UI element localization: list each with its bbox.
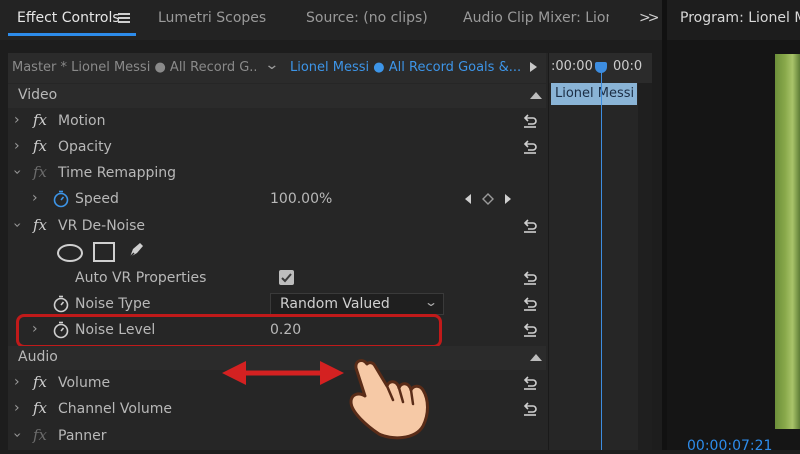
reset-icon[interactable]: [522, 139, 538, 155]
vertical-scrollbar[interactable]: [638, 83, 652, 450]
noise-type-dropdown[interactable]: Random Valued ⌄: [270, 293, 444, 315]
drag-arrow-annotation: [222, 361, 344, 385]
reset-icon[interactable]: [522, 218, 538, 234]
fx-icon[interactable]: fx: [33, 137, 47, 155]
ellipse-mask-icon[interactable]: [57, 244, 83, 262]
keyframe-navigator[interactable]: [464, 192, 514, 206]
section-label-video: Video: [18, 87, 58, 103]
expanded-chevron-icon[interactable]: ›: [9, 432, 25, 438]
expand-chevron-icon[interactable]: ›: [14, 138, 20, 154]
rectangle-mask-icon[interactable]: [93, 242, 115, 262]
sequence-clip-label[interactable]: Lionel Messi ● All Record Goals &...: [290, 60, 521, 75]
effect-row-vr-denoise[interactable]: › fx VR De-Noise: [8, 214, 546, 240]
stopwatch-icon[interactable]: [52, 190, 70, 208]
panel-tab-bar: Effect Controls Lumetri Scopes Source: (…: [0, 0, 662, 40]
effect-row-channel-volume[interactable]: › fx Channel Volume: [8, 397, 546, 423]
video-frame: [775, 54, 800, 429]
reset-icon[interactable]: [522, 270, 538, 286]
fx-icon[interactable]: fx: [33, 373, 47, 391]
active-tab-indicator: [8, 33, 136, 36]
property-label-speed: Speed: [75, 191, 119, 207]
play-triangle-icon[interactable]: [530, 62, 537, 72]
master-clip-label[interactable]: Master * Lionel Messi ● All Record G...: [12, 60, 256, 75]
effect-label-panner: Panner: [58, 428, 107, 444]
reset-icon[interactable]: [522, 322, 538, 338]
chevron-down-icon: ⌄: [423, 295, 439, 309]
expand-chevron-icon[interactable]: ›: [14, 374, 20, 390]
checkmark-icon: [281, 273, 292, 283]
expand-chevron-icon[interactable]: ›: [32, 190, 38, 206]
expand-chevron-icon[interactable]: ›: [14, 112, 20, 128]
clip-selector-bar: Master * Lionel Messi ● All Record G... …: [8, 53, 546, 83]
property-label-noise-type: Noise Type: [75, 296, 151, 312]
reset-icon[interactable]: [522, 401, 538, 417]
effect-timeline[interactable]: :00:00 00:0 Lionel Messi: [548, 53, 652, 450]
fx-icon[interactable]: fx: [33, 399, 47, 417]
property-row-speed[interactable]: › Speed 100.00%: [8, 187, 546, 213]
tab-source[interactable]: Source: (no clips): [306, 10, 428, 26]
collapse-up-icon[interactable]: [530, 354, 542, 361]
reset-icon[interactable]: [522, 375, 538, 391]
auto-vr-checkbox[interactable]: [279, 270, 294, 285]
effect-label-opacity: Opacity: [58, 139, 112, 155]
effect-row-time-remapping[interactable]: › fx Time Remapping: [8, 161, 546, 187]
effect-label-motion: Motion: [58, 113, 106, 129]
pointing-hand-icon: [349, 359, 429, 440]
program-timecode[interactable]: 00:00:07:21: [687, 438, 772, 454]
video-section-header[interactable]: Video: [8, 84, 546, 108]
effect-row-motion[interactable]: › fx Motion: [8, 109, 546, 135]
collapse-up-icon[interactable]: [530, 92, 542, 99]
property-label-auto-vr: Auto VR Properties: [75, 270, 207, 286]
fx-icon[interactable]: fx: [33, 426, 47, 444]
fx-icon[interactable]: fx: [33, 216, 47, 234]
section-label-audio: Audio: [18, 349, 58, 365]
tab-effect-controls[interactable]: Effect Controls: [17, 10, 120, 26]
program-monitor: 00:00:07:21: [667, 40, 800, 454]
expanded-chevron-icon[interactable]: ›: [9, 222, 25, 228]
stopwatch-icon[interactable]: [52, 295, 70, 313]
reset-icon[interactable]: [522, 296, 538, 312]
effect-label-volume: Volume: [58, 375, 111, 391]
expand-chevron-icon[interactable]: ›: [14, 400, 20, 416]
chevron-down-icon[interactable]: ⌄: [264, 57, 279, 73]
panel-menu-icon[interactable]: [118, 13, 130, 24]
timeline-clip[interactable]: Lionel Messi: [551, 83, 637, 105]
fx-icon[interactable]: fx: [33, 111, 47, 129]
property-row-auto-vr[interactable]: Auto VR Properties: [8, 266, 546, 292]
noise-type-selected: Random Valued: [280, 296, 390, 312]
program-monitor-title[interactable]: Program: Lionel M: [680, 10, 800, 26]
effect-row-panner[interactable]: › fx Panner: [8, 424, 546, 450]
effect-label-channel-volume: Channel Volume: [58, 401, 172, 417]
expanded-chevron-icon[interactable]: ›: [9, 169, 25, 175]
effect-label-time-remapping: Time Remapping: [58, 165, 177, 181]
speed-value[interactable]: 100.00%: [270, 191, 332, 207]
effect-label-vr-denoise: VR De-Noise: [58, 218, 146, 234]
fx-icon[interactable]: fx: [33, 163, 47, 181]
tab-lumetri-scopes[interactable]: Lumetri Scopes: [158, 10, 266, 26]
tab-overflow-button[interactable]: >>: [639, 10, 660, 26]
playhead-line[interactable]: [601, 67, 602, 450]
effect-row-opacity[interactable]: › fx Opacity: [8, 135, 546, 161]
ruler-start-time: :00:00: [551, 59, 593, 74]
highlight-annotation-box: [16, 314, 442, 348]
pen-mask-icon[interactable]: [127, 240, 145, 260]
reset-icon[interactable]: [522, 113, 538, 129]
tab-audio-clip-mixer[interactable]: Audio Clip Mixer: Lione: [463, 10, 609, 26]
ruler-end-time: 00:0: [613, 59, 643, 74]
